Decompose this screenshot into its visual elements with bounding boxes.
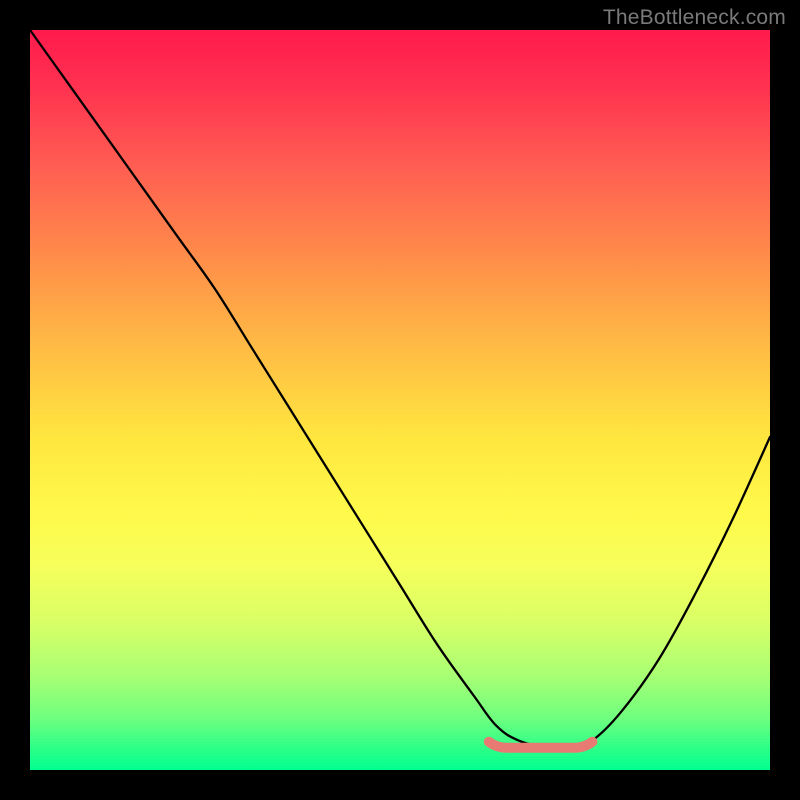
plot-area <box>30 30 770 770</box>
watermark-text: TheBottleneck.com <box>603 6 786 30</box>
optimal-range-marker <box>489 742 593 748</box>
curve-svg <box>30 30 770 770</box>
chart-frame: TheBottleneck.com <box>0 0 800 800</box>
bottleneck-curve <box>30 30 770 749</box>
